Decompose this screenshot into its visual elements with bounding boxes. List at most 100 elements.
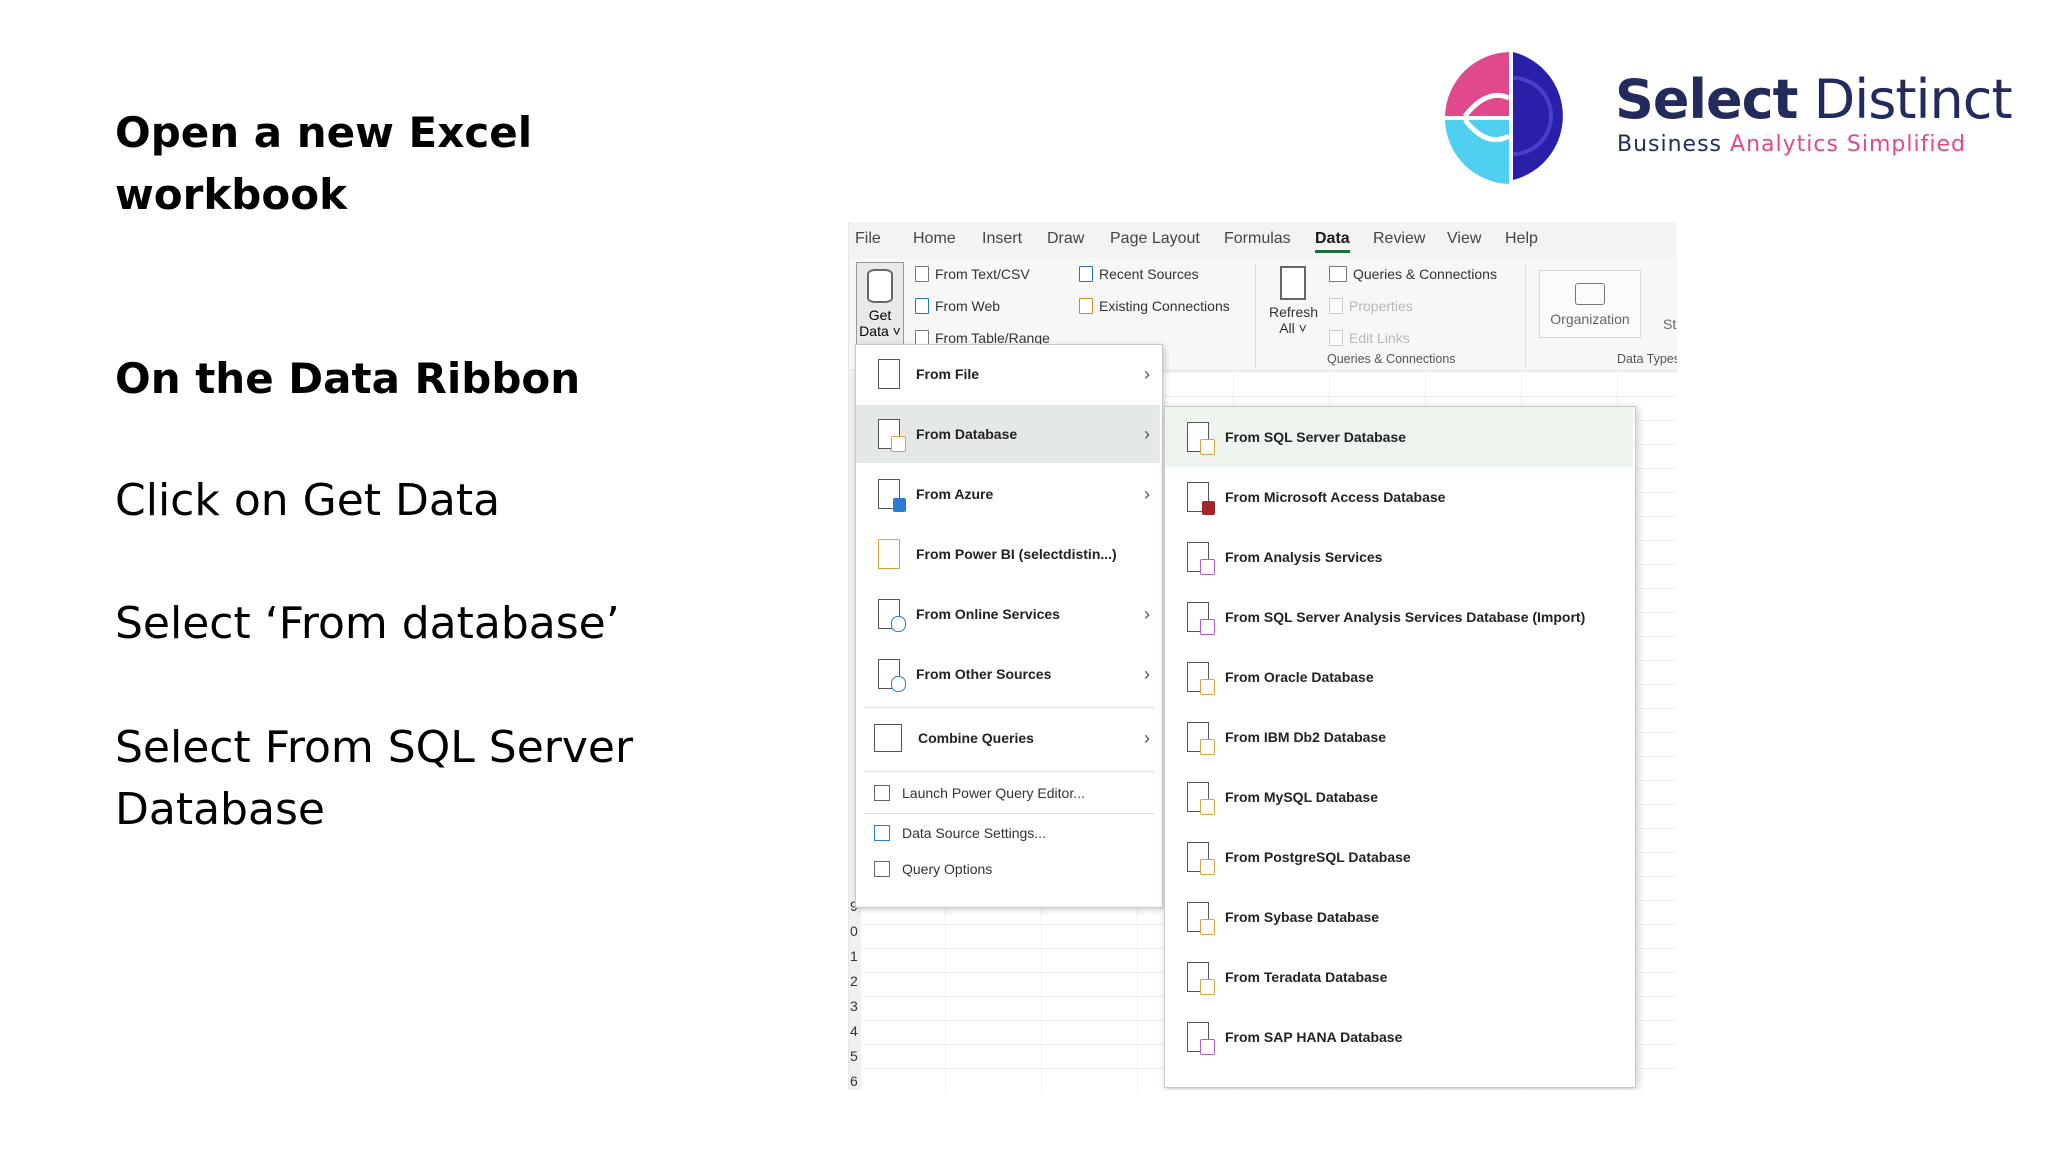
tab-home[interactable]: Home <box>913 230 956 248</box>
menu-item-from-azure[interactable]: From Azure › <box>856 465 1160 523</box>
menu-item-data-source-settings[interactable]: Data Source Settings... <box>856 815 1160 851</box>
heading-line-1: Open a new Excel <box>115 108 533 157</box>
step-line-1: Select From SQL Server <box>115 722 634 773</box>
existing-connections-button[interactable]: Existing Connections <box>1079 298 1230 314</box>
submenu-item-sap-hana[interactable]: From SAP HANA Database <box>1165 1007 1633 1067</box>
recent-sources-button[interactable]: Recent Sources <box>1079 266 1199 282</box>
stocks-data-type-partial[interactable]: St <box>1663 316 1676 332</box>
menu-item-combine-queries[interactable]: Combine Queries › <box>856 709 1160 767</box>
queries-connections-button[interactable]: Queries & Connections <box>1329 266 1497 282</box>
organization-data-type-button[interactable]: Organization <box>1539 270 1641 338</box>
submenu-item-access[interactable]: From Microsoft Access Database <box>1165 467 1633 527</box>
data-source-settings-icon <box>874 825 890 841</box>
menu-divider <box>864 813 1154 814</box>
postgresql-icon <box>1187 842 1215 875</box>
tab-view[interactable]: View <box>1447 230 1481 248</box>
tab-review[interactable]: Review <box>1373 230 1425 248</box>
row-number: 0 <box>850 923 858 939</box>
menu-item-from-other-sources[interactable]: From Other Sources › <box>856 645 1160 703</box>
file-icon <box>878 359 900 389</box>
briefcase-icon <box>1575 283 1605 305</box>
group-label-data-types: Data Types <box>1617 352 1677 366</box>
step-from-database: Select ‘From database’ <box>115 598 620 649</box>
row-number: 3 <box>850 998 858 1014</box>
mysql-icon <box>1187 782 1215 815</box>
select-distinct-logo: Select Distinct Business Analytics Simpl… <box>1435 48 2013 188</box>
submenu-item-oracle[interactable]: From Oracle Database <box>1165 647 1633 707</box>
oracle-icon <box>1187 662 1215 695</box>
edit-links-icon <box>1329 330 1343 346</box>
row-number: 5 <box>850 1048 858 1064</box>
tab-file[interactable]: File <box>855 230 881 248</box>
sql-server-icon <box>1187 422 1215 455</box>
menu-item-from-file[interactable]: From File › <box>856 345 1160 403</box>
power-bi-icon <box>878 539 900 569</box>
chevron-right-icon: › <box>1144 603 1150 624</box>
heading-line-2: workbook <box>115 170 348 219</box>
excel-screenshot: File Home Insert Draw Page Layout Formul… <box>848 222 1677 1090</box>
menu-item-from-power-bi[interactable]: From Power BI (selectdistin...) <box>856 525 1160 583</box>
analysis-services-icon <box>1187 542 1215 575</box>
ibm-db2-icon <box>1187 722 1215 755</box>
submenu-item-analysis-services[interactable]: From Analysis Services <box>1165 527 1633 587</box>
power-query-editor-icon <box>874 785 890 801</box>
slide-heading-2: On the Data Ribbon <box>115 354 581 403</box>
refresh-all-button[interactable]: Refresh All ˅ <box>1269 266 1318 336</box>
from-text-csv-button[interactable]: From Text/CSV <box>915 266 1030 282</box>
from-web-button[interactable]: From Web <box>915 298 1000 314</box>
submenu-item-ssas-import[interactable]: From SQL Server Analysis Services Databa… <box>1165 587 1633 647</box>
row-number: 1 <box>850 948 858 964</box>
ssas-icon <box>1187 602 1215 635</box>
edit-links-button: Edit Links <box>1329 330 1410 346</box>
tab-formulas[interactable]: Formulas <box>1224 230 1291 248</box>
recent-sources-icon <box>1079 266 1093 282</box>
cloud-file-icon <box>878 599 906 632</box>
chevron-right-icon: › <box>1144 483 1150 504</box>
submenu-item-mysql[interactable]: From MySQL Database <box>1165 767 1633 827</box>
menu-item-from-online-services[interactable]: From Online Services › <box>856 585 1160 643</box>
tab-insert[interactable]: Insert <box>982 230 1022 248</box>
chevron-right-icon: › <box>1144 727 1150 748</box>
azure-icon <box>878 479 906 512</box>
menu-item-query-options[interactable]: Query Options <box>856 851 1160 887</box>
row-number: 6 <box>850 1073 858 1089</box>
queries-icon <box>1329 266 1347 282</box>
tab-draw[interactable]: Draw <box>1047 230 1084 248</box>
chevron-right-icon: › <box>1144 663 1150 684</box>
existing-connections-icon <box>1079 298 1093 314</box>
ribbon-separator <box>1255 264 1256 368</box>
combine-queries-icon <box>874 724 902 752</box>
menu-item-from-database[interactable]: From Database › <box>856 405 1160 463</box>
ribbon-separator <box>1525 264 1526 368</box>
submenu-item-postgresql[interactable]: From PostgreSQL Database <box>1165 827 1633 887</box>
row-number: 2 <box>850 973 858 989</box>
teradata-icon <box>1187 962 1215 995</box>
group-label-queries: Queries & Connections <box>1327 352 1456 366</box>
text-file-icon <box>915 266 929 282</box>
properties-button: Properties <box>1329 298 1413 314</box>
submenu-item-ibm-db2[interactable]: From IBM Db2 Database <box>1165 707 1633 767</box>
ribbon-tabs: File Home Insert Draw Page Layout Formul… <box>849 222 1677 258</box>
slide-heading-1: Open a new Excel workbook <box>115 102 532 226</box>
refresh-icon <box>1280 266 1306 300</box>
tab-page-layout[interactable]: Page Layout <box>1110 230 1200 248</box>
database-icon <box>867 269 893 303</box>
logo-tagline: Business Analytics Simplified <box>1617 132 1966 157</box>
get-data-menu: From File › From Database › From Azure ›… <box>855 344 1163 908</box>
step-sql-server: Select From SQL Server Database <box>115 717 633 841</box>
menu-item-launch-power-query[interactable]: Launch Power Query Editor... <box>856 775 1160 811</box>
submenu-item-sybase[interactable]: From Sybase Database <box>1165 887 1633 947</box>
tab-help[interactable]: Help <box>1505 230 1538 248</box>
database-file-icon <box>878 419 906 452</box>
step-get-data: Click on Get Data <box>115 475 501 526</box>
properties-icon <box>1329 298 1343 314</box>
get-data-button[interactable]: Get Data ˅ <box>856 262 904 346</box>
row-number: 4 <box>850 1023 858 1039</box>
submenu-item-sql-server[interactable]: From SQL Server Database <box>1165 407 1633 467</box>
tab-data[interactable]: Data <box>1315 230 1350 253</box>
chevron-right-icon: › <box>1144 423 1150 444</box>
sybase-icon <box>1187 902 1215 935</box>
submenu-item-teradata[interactable]: From Teradata Database <box>1165 947 1633 1007</box>
query-options-icon <box>874 861 890 877</box>
menu-divider <box>864 771 1154 772</box>
